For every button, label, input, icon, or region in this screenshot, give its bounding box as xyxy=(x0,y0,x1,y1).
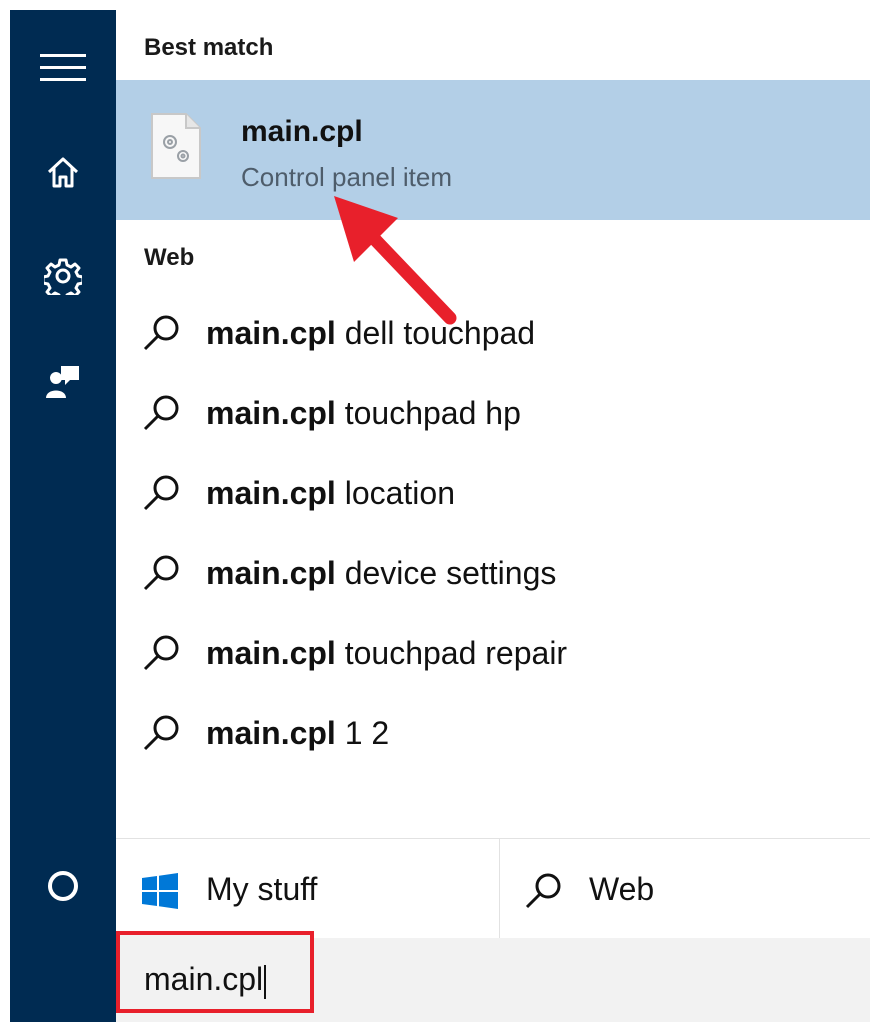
suggestion-rest: 1 2 xyxy=(335,715,390,751)
web-suggestion[interactable]: main.cpl location xyxy=(116,453,870,533)
suggestion-bold: main.cpl xyxy=(206,395,336,431)
control-panel-file-icon xyxy=(151,113,201,179)
search-icon xyxy=(143,715,179,751)
cortana-button[interactable] xyxy=(10,846,116,926)
home-button[interactable] xyxy=(10,132,116,212)
search-icon xyxy=(143,395,179,431)
search-input[interactable]: main.cpl xyxy=(116,931,314,1013)
suggestion-bold: main.cpl xyxy=(206,715,336,751)
suggestion-rest: touchpad hp xyxy=(335,395,521,431)
search-icon xyxy=(143,475,179,511)
web-suggestion[interactable]: main.cpl device settings xyxy=(116,533,870,613)
suggestion-rest: touchpad repair xyxy=(335,635,568,671)
search-icon xyxy=(143,555,179,591)
best-match-item[interactable]: main.cpl Control panel item xyxy=(116,80,870,220)
feedback-button[interactable] xyxy=(10,342,116,422)
suggestion-rest: location xyxy=(335,475,455,511)
search-icon xyxy=(143,315,179,351)
my-stuff-filter[interactable]: My stuff xyxy=(116,839,500,939)
web-suggestion[interactable]: main.cpl touchpad hp xyxy=(116,373,870,453)
best-match-title: main.cpl xyxy=(241,115,363,148)
web-header: Web xyxy=(144,244,195,271)
suggestion-bold: main.cpl xyxy=(206,315,336,351)
web-filter-label: Web xyxy=(589,871,655,907)
windows-logo-icon xyxy=(142,873,178,909)
search-filters: My stuff Web xyxy=(116,838,870,939)
text-caret xyxy=(264,964,267,999)
web-suggestion[interactable]: main.cpl dell touchpad xyxy=(116,293,870,373)
web-suggestion[interactable]: main.cpl 1 2 xyxy=(116,693,870,773)
gear-icon xyxy=(44,258,82,295)
suggestion-bold: main.cpl xyxy=(206,475,336,511)
home-icon xyxy=(47,157,79,188)
best-match-header: Best match xyxy=(144,34,274,61)
search-icon xyxy=(525,873,561,909)
hamburger-menu-icon xyxy=(40,54,86,81)
best-match-subtitle: Control panel item xyxy=(241,162,452,192)
suggestion-bold: main.cpl xyxy=(206,635,336,671)
suggestion-bold: main.cpl xyxy=(206,555,336,591)
suggestion-rest: dell touchpad xyxy=(335,315,536,351)
web-suggestion[interactable]: main.cpl touchpad repair xyxy=(116,613,870,693)
search-bar: main.cpl xyxy=(116,931,870,1022)
my-stuff-label: My stuff xyxy=(206,871,318,907)
web-filter[interactable]: Web xyxy=(500,839,870,939)
search-window: Best match main.cpl Control panel item W… xyxy=(0,0,870,1022)
settings-button[interactable] xyxy=(10,236,116,316)
search-input-value: main.cpl xyxy=(144,961,264,997)
feedback-icon xyxy=(46,366,79,398)
left-rail xyxy=(10,10,116,1022)
suggestion-rest: device settings xyxy=(335,555,557,591)
search-icon xyxy=(143,635,179,671)
cortana-circle-icon xyxy=(48,871,78,901)
menu-button[interactable] xyxy=(10,28,116,108)
